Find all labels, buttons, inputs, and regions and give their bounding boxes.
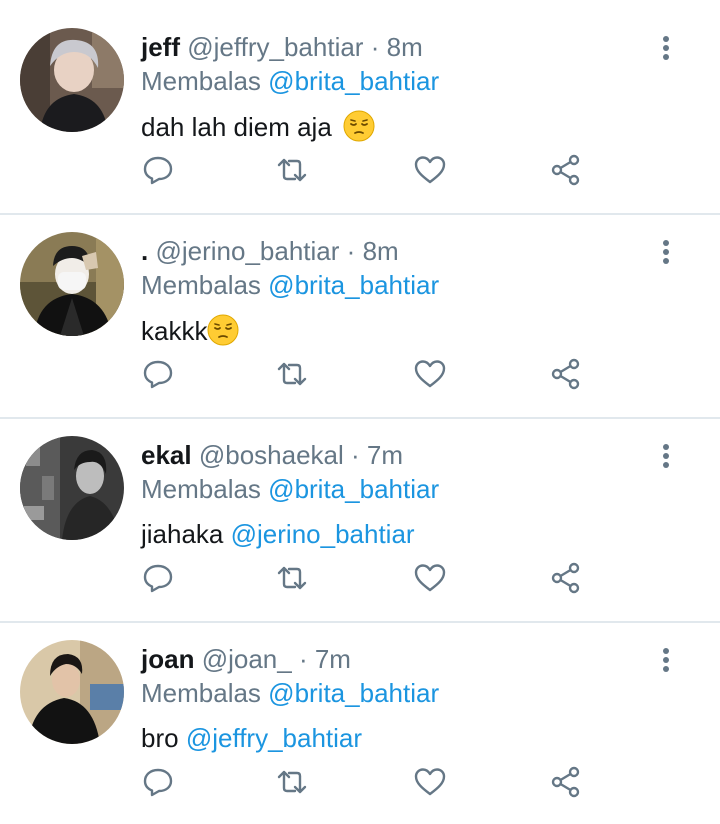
tweet-actions (0, 354, 720, 394)
tweet-text-content: dah lah diem aja (141, 112, 340, 142)
share-icon[interactable] (546, 558, 586, 598)
body-mention[interactable]: @jerino_bahtiar (231, 519, 415, 549)
display-name[interactable]: joan (141, 644, 194, 674)
display-name[interactable]: ekal (141, 440, 192, 470)
tweet-header: . @jerino_bahtiar · 8m (141, 236, 399, 266)
replying-to-label: Membalas (141, 270, 261, 300)
avatar-image (20, 640, 124, 744)
more-options-icon[interactable] (652, 442, 680, 470)
share-icon[interactable] (546, 762, 586, 802)
tweet-header: jeff @jeffry_bahtiar · 8m (141, 32, 423, 62)
avatar-image (20, 436, 124, 540)
tweet-actions (0, 150, 720, 190)
user-handle[interactable]: @jerino_bahtiar (155, 236, 339, 266)
like-icon[interactable] (410, 558, 450, 598)
display-name[interactable]: . (141, 236, 148, 266)
replying-to: Membalas @brita_bahtiar (141, 66, 439, 96)
retweet-icon[interactable] (272, 558, 312, 598)
separator-dot: · (346, 236, 356, 266)
reply-icon[interactable] (138, 558, 178, 598)
share-icon[interactable] (546, 354, 586, 394)
replying-to: Membalas @brita_bahtiar (141, 678, 439, 708)
tweet-text-content: kakkk (141, 316, 208, 346)
tweet-card[interactable]: joan @joan_ · 7m Membalas @brita_bahtiar… (0, 612, 720, 816)
replying-to-mention[interactable]: @brita_bahtiar (268, 270, 439, 300)
retweet-icon[interactable] (272, 762, 312, 802)
tweet-text-content: bro (141, 723, 186, 753)
tweet-card[interactable]: jeff @jeffry_bahtiar · 8m Membalas @brit… (0, 0, 720, 204)
reply-icon[interactable] (138, 354, 178, 394)
tweet-card[interactable]: . @jerino_bahtiar · 8m Membalas @brita_b… (0, 204, 720, 408)
replying-to-mention[interactable]: @brita_bahtiar (268, 66, 439, 96)
like-icon[interactable] (410, 150, 450, 190)
more-options-icon[interactable] (652, 34, 680, 62)
more-options-icon[interactable] (652, 238, 680, 266)
share-icon[interactable] (546, 150, 586, 190)
body-mention[interactable]: @jeffry_bahtiar (186, 723, 362, 753)
tweet-text: jiahaka @jerino_bahtiar (141, 518, 415, 550)
tweet-text: kakkk (141, 314, 239, 347)
replying-to-label: Membalas (141, 678, 261, 708)
pensive-face-emoji (207, 314, 239, 346)
tweet-card[interactable]: ekal @boshaekal · 7m Membalas @brita_bah… (0, 408, 720, 612)
avatar-image (20, 232, 124, 336)
timestamp[interactable]: 8m (363, 236, 399, 266)
tweet-text: dah lah diem aja (141, 110, 375, 143)
separator-dot: · (351, 440, 360, 470)
reply-icon[interactable] (138, 150, 178, 190)
timestamp[interactable]: 8m (387, 32, 423, 62)
replying-to-mention[interactable]: @brita_bahtiar (268, 474, 439, 504)
avatar[interactable] (20, 640, 124, 744)
timestamp[interactable]: 7m (315, 644, 351, 674)
pensive-face-emoji (343, 110, 375, 142)
avatar[interactable] (20, 28, 124, 132)
user-handle[interactable]: @joan_ (202, 644, 292, 674)
user-handle[interactable]: @jeffry_bahtiar (187, 32, 363, 62)
reply-feed: jeff @jeffry_bahtiar · 8m Membalas @brit… (0, 0, 720, 824)
replying-to-label: Membalas (141, 66, 261, 96)
replying-to: Membalas @brita_bahtiar (141, 474, 439, 504)
tweet-header: ekal @boshaekal · 7m (141, 440, 403, 470)
tweet-actions (0, 558, 720, 598)
tweet-header: joan @joan_ · 7m (141, 644, 351, 674)
separator-dot: · (370, 32, 380, 62)
like-icon[interactable] (410, 762, 450, 802)
timestamp[interactable]: 7m (367, 440, 403, 470)
separator-dot: · (298, 644, 308, 674)
display-name[interactable]: jeff (141, 32, 180, 62)
retweet-icon[interactable] (272, 150, 312, 190)
replying-to-mention[interactable]: @brita_bahtiar (268, 678, 439, 708)
tweet-text-content: jiahaka (141, 519, 231, 549)
tweet-text: bro @jeffry_bahtiar (141, 722, 362, 754)
replying-to: Membalas @brita_bahtiar (141, 270, 439, 300)
replying-to-label: Membalas (141, 474, 261, 504)
avatar[interactable] (20, 436, 124, 540)
more-options-icon[interactable] (652, 646, 680, 674)
user-handle[interactable]: @boshaekal (199, 440, 344, 470)
retweet-icon[interactable] (272, 354, 312, 394)
avatar[interactable] (20, 232, 124, 336)
reply-icon[interactable] (138, 762, 178, 802)
avatar-image (20, 28, 124, 132)
like-icon[interactable] (410, 354, 450, 394)
tweet-actions (0, 762, 720, 802)
